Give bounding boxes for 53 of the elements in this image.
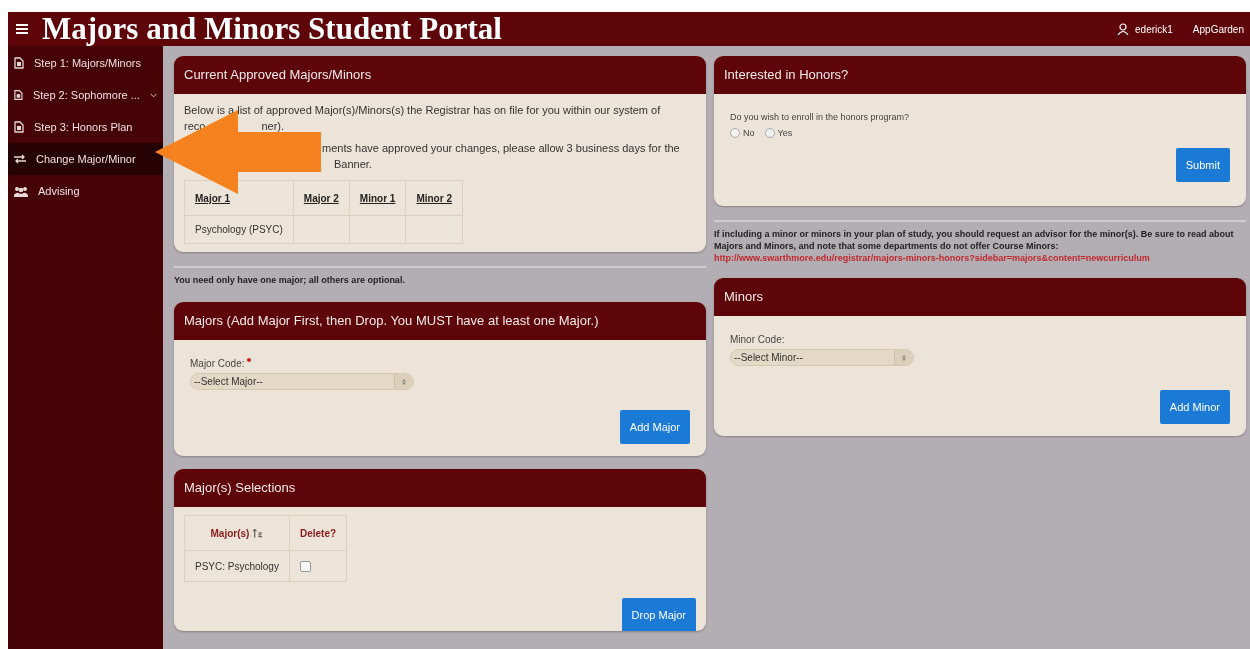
field-label: Minor Code: bbox=[730, 334, 785, 345]
username-link[interactable]: ederick1 bbox=[1135, 23, 1173, 35]
document-icon bbox=[14, 57, 24, 69]
column-header: Minor 2 bbox=[405, 180, 463, 216]
card-title: Current Approved Majors/Minors bbox=[174, 56, 706, 94]
card-title: Minors bbox=[714, 278, 1246, 316]
minor-select[interactable]: --Select Minor-- bbox=[730, 349, 914, 366]
submit-button[interactable]: Submit bbox=[1175, 148, 1230, 182]
chevron-down-icon bbox=[149, 92, 157, 98]
app-link[interactable]: AppGarden bbox=[1192, 23, 1244, 35]
document-icon bbox=[14, 121, 24, 133]
table-cell bbox=[293, 215, 350, 244]
description-text: ner). bbox=[261, 119, 285, 134]
sidebar-item[interactable]: Step 2: Sophomore ... bbox=[8, 79, 163, 111]
field-label: Major Code: bbox=[190, 358, 245, 369]
swap-icon bbox=[14, 154, 26, 164]
card-title: Interested in Honors? bbox=[714, 56, 1246, 94]
app-title: Majors and Minors Student Portal bbox=[42, 12, 502, 46]
table-cell: Psychology (PSYC) bbox=[184, 215, 294, 244]
majors-note: You need only have one major; all others are optional. bbox=[174, 274, 406, 286]
add-major-button[interactable]: Add Major bbox=[619, 410, 690, 444]
table-cell bbox=[405, 215, 463, 244]
spinner-icon bbox=[902, 354, 906, 361]
document-icon bbox=[14, 89, 23, 101]
user-icon bbox=[1117, 23, 1130, 35]
column-header[interactable]: Major(s) bbox=[184, 515, 290, 551]
column-header: Minor 1 bbox=[349, 180, 406, 216]
radio-option[interactable]: Yes bbox=[764, 128, 793, 138]
description-text: Banner. bbox=[333, 157, 373, 172]
table-cell: PSYC: Psychology bbox=[184, 550, 290, 582]
question-text: Do you wish to enroll in the honors program? bbox=[730, 112, 911, 122]
card-title: Majors (Add Major First, then Drop. You MUST have at least one Major.) bbox=[174, 302, 706, 340]
card-title: Major(s) Selections bbox=[174, 469, 706, 507]
required-icon bbox=[247, 358, 252, 362]
table-cell bbox=[349, 215, 406, 244]
sidebar-item[interactable]: Change Major/Minor bbox=[8, 143, 163, 175]
sidebar-item[interactable]: Step 1: Majors/Minors bbox=[8, 47, 163, 79]
spinner-icon bbox=[402, 378, 406, 385]
column-header: Major 1 bbox=[184, 180, 294, 216]
column-header: Major 2 bbox=[293, 180, 350, 216]
drop-major-button[interactable]: Drop Major bbox=[621, 598, 696, 631]
delete-checkbox[interactable] bbox=[299, 560, 311, 572]
menu-icon[interactable] bbox=[16, 24, 28, 34]
minors-note: If including a minor or minors in your plan of study, you should request an advisor for the minor(s). Be sure to read about Majors and Minors, and note that some departments do not offer Course Minors: bbox=[714, 228, 1235, 252]
people-icon bbox=[14, 185, 28, 197]
sort-icon bbox=[252, 528, 264, 538]
sidebar-item[interactable]: Step 3: Honors Plan bbox=[8, 111, 163, 143]
add-minor-button[interactable]: Add Minor bbox=[1159, 390, 1230, 424]
radio-option[interactable]: No bbox=[730, 128, 755, 138]
sidebar-item[interactable]: Advising bbox=[8, 175, 163, 207]
column-header: Delete? bbox=[289, 515, 347, 551]
major-select[interactable]: --Select Major-- bbox=[190, 373, 414, 390]
description-text: ments have approved your changes, please allow 3 business days for the bbox=[321, 141, 681, 156]
